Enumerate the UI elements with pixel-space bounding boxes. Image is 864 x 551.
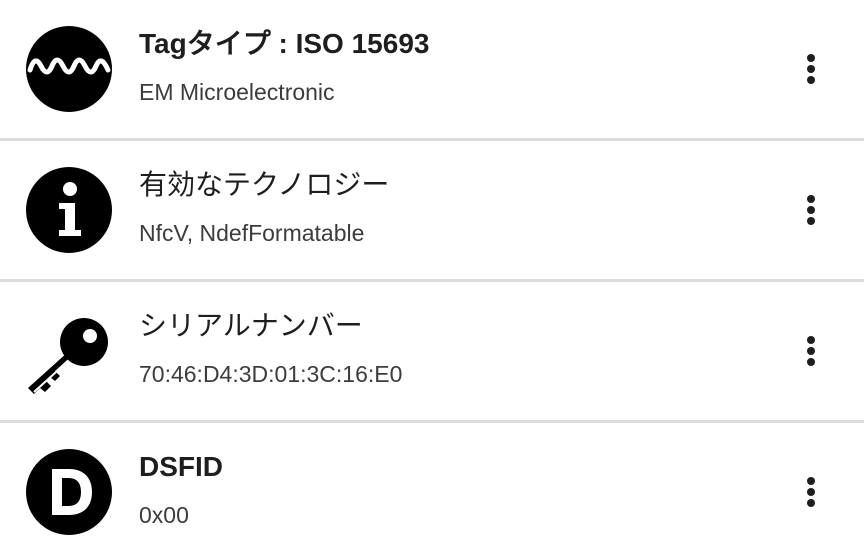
more-vert-icon[interactable] (796, 332, 826, 370)
more-vert-icon[interactable] (796, 473, 826, 511)
row-title: 有効なテクノロジー (139, 169, 390, 200)
row-title: シリアルナンバー (139, 310, 363, 341)
tag-info-list: Tagタイプ : ISO 15693 EM Microelectronic 有効… (0, 0, 864, 551)
row-subtitle: 70:46:D4:3D:01:3C:16:E0 (139, 361, 403, 387)
row-subtitle: 0x00 (139, 502, 189, 528)
info-icon (26, 167, 112, 253)
list-item-serial-number[interactable]: シリアルナンバー 70:46:D4:3D:01:3C:16:E0 (0, 282, 864, 420)
key-icon (26, 308, 112, 394)
row-subtitle: EM Microelectronic (139, 79, 335, 105)
waveform-icon (26, 26, 112, 112)
row-title: DSFID (139, 451, 223, 482)
more-vert-icon[interactable] (796, 191, 826, 229)
letter-d-icon (26, 449, 112, 535)
row-subtitle: NfcV, NdefFormatable (139, 220, 365, 246)
more-vert-icon[interactable] (796, 50, 826, 88)
row-title: Tagタイプ : ISO 15693 (139, 28, 430, 59)
list-item-technologies[interactable]: 有効なテクノロジー NfcV, NdefFormatable (0, 141, 864, 279)
list-item-dsfid[interactable]: DSFID 0x00 (0, 423, 864, 551)
list-item-tag-type[interactable]: Tagタイプ : ISO 15693 EM Microelectronic (0, 0, 864, 138)
